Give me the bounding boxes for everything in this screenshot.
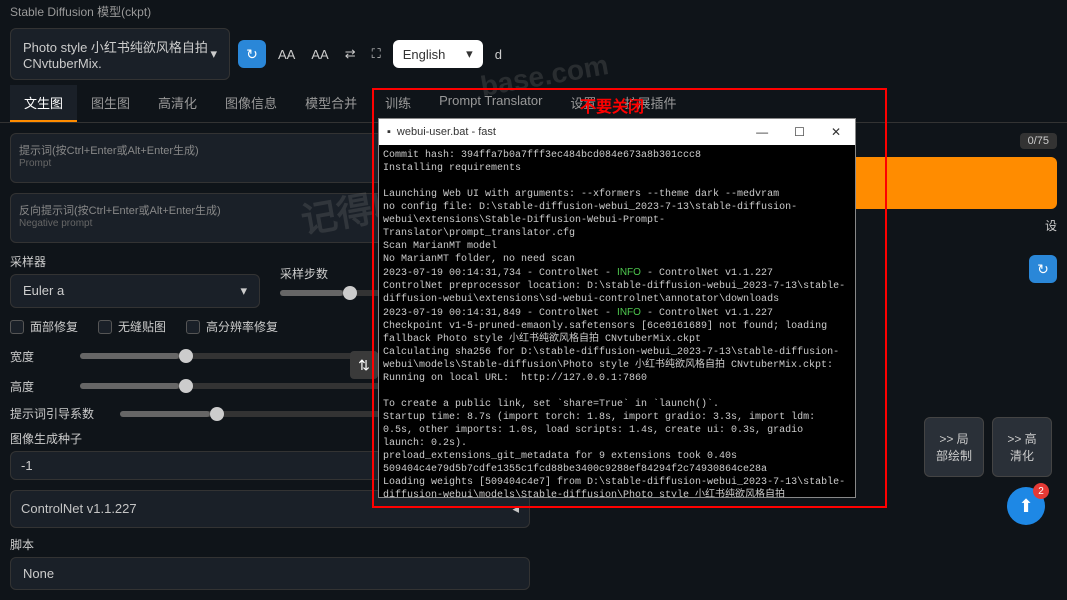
close-button[interactable]: ✕ <box>825 123 847 141</box>
inpaint-button[interactable]: >> 局部绘制 <box>924 417 984 477</box>
hires-button[interactable]: >> 高清化 <box>992 417 1052 477</box>
language-value: English <box>403 47 446 62</box>
token-counter: 0/75 <box>1020 133 1057 149</box>
sampler-dropdown[interactable]: Euler a▾ <box>10 274 260 308</box>
script-dropdown[interactable]: None <box>10 557 530 590</box>
terminal-title: webui-user.bat - fast <box>397 126 496 138</box>
tab-txt2img[interactable]: 文生图 <box>10 85 77 122</box>
language-dropdown[interactable]: English ▾ <box>393 40 483 68</box>
hires-fix-checkbox[interactable]: 高分辨率修复 <box>186 318 278 335</box>
upload-fab[interactable]: ⬆ 2 <box>1007 487 1045 525</box>
swap-dimensions-button[interactable]: ⇅ <box>350 351 378 379</box>
maximize-button[interactable]: ☐ <box>788 123 811 141</box>
chevron-down-icon: ▾ <box>240 283 247 299</box>
sampler-label: 采样器 <box>10 253 260 270</box>
height-label: 高度 <box>10 378 70 395</box>
tab-img2img[interactable]: 图生图 <box>77 85 144 122</box>
script-label: 脚本 <box>10 536 530 553</box>
font-size-down[interactable]: AA <box>274 43 299 66</box>
fab-badge: 2 <box>1033 483 1049 499</box>
chevron-down-icon: ▾ <box>210 46 217 62</box>
terminal-window: ▪ webui-user.bat - fast — ☐ ✕ Commit has… <box>378 118 856 498</box>
tab-merge[interactable]: 模型合并 <box>291 85 371 122</box>
fullscreen-icon[interactable]: ⛶ <box>368 42 385 66</box>
tiling-checkbox[interactable]: 无缝贴图 <box>98 318 166 335</box>
minimize-button[interactable]: — <box>750 123 774 141</box>
highlight-label: 不要关闭 <box>580 93 644 117</box>
tab-upscale[interactable]: 高清化 <box>144 85 211 122</box>
cfg-label: 提示词引导系数 <box>10 405 110 422</box>
terminal-output[interactable]: Commit hash: 394ffa7b0a7fff3ec484bcd084e… <box>379 145 855 497</box>
chevron-icon: ◂ <box>512 501 519 517</box>
tab-train[interactable]: 训练 <box>371 85 425 122</box>
chevron-down-icon: ▾ <box>466 46 473 62</box>
model-section-label: Stable Diffusion 模型(ckpt) <box>0 0 1067 23</box>
swap-icon[interactable]: ⇄ <box>341 42 360 66</box>
face-restore-checkbox[interactable]: 面部修复 <box>10 318 78 335</box>
refresh-model-button[interactable]: ↻ <box>238 40 266 68</box>
terminal-icon: ▪ <box>387 126 391 138</box>
toolbar: Photo style 小红书纯欲风格自拍 CNvtuberMix. ▾ ↻ A… <box>0 23 1067 85</box>
tab-prompt-translator[interactable]: Prompt Translator <box>425 85 556 122</box>
lang-suffix: d <box>491 43 506 66</box>
model-value: Photo style 小红书纯欲风格自拍 CNvtuberMix. <box>23 37 210 71</box>
tab-imginfo[interactable]: 图像信息 <box>211 85 291 122</box>
model-dropdown[interactable]: Photo style 小红书纯欲风格自拍 CNvtuberMix. ▾ <box>10 28 230 80</box>
font-size-up[interactable]: AA <box>307 43 332 66</box>
width-label: 宽度 <box>10 348 70 365</box>
refresh-styles-button[interactable]: ↻ <box>1029 255 1057 283</box>
